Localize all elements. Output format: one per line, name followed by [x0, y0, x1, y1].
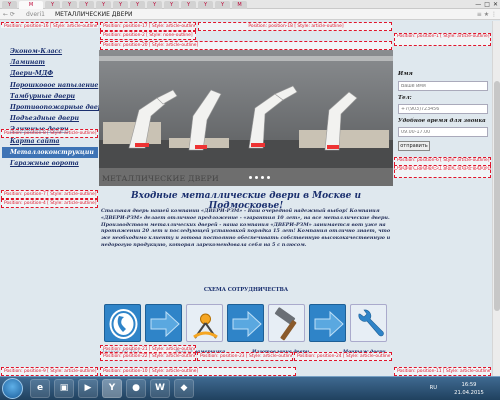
sidebar-item[interactable]: Двери-МДФ — [10, 68, 98, 79]
sidebar-item[interactable]: Эконом-Класс — [10, 46, 98, 57]
step-measure-tile[interactable] — [186, 304, 223, 342]
position-label: Position: position-4 [ Style: article-ou… — [1, 199, 98, 208]
position-label: Position: position-11 [ Style: article-o… — [394, 367, 491, 376]
web-page: Position: position-16 [ Style: article-o… — [0, 21, 492, 376]
position-label: Position: position-8 [ Style: article-ou… — [1, 129, 98, 138]
address-bar[interactable]: ← ⟳ dveri1 МЕТАЛЛИЧЕСКИЕ ДВЕРИ ≡ ★ ⋮ — [0, 9, 500, 20]
callback-form: Имя Тел: Удобное время для звонка отправ… — [396, 71, 492, 201]
position-label: Position: position-17 [ Style: article-o… — [100, 22, 196, 31]
position-label: Position: position-5 [ Style: article-ou… — [394, 165, 491, 178]
page-scrollbar[interactable] — [492, 21, 500, 376]
position-label: Position: position-10 [ Style: article-o… — [100, 367, 296, 376]
browser-tab[interactable]: Y — [130, 1, 145, 9]
phone-label: Тел: — [398, 95, 412, 101]
sidebar-item[interactable]: Ламинат — [10, 57, 98, 68]
arrow-right-icon — [150, 310, 180, 338]
phone-field[interactable] — [398, 104, 488, 114]
browser-tab[interactable]: Y — [79, 1, 94, 9]
position-label: Position: position-24 [ Style: article-o… — [294, 352, 392, 361]
position-label: Position: position-18 [ Style: article-o… — [198, 22, 392, 31]
arrow-right-icon — [314, 310, 344, 338]
sidebar-item[interactable]: Подъездные двери — [10, 113, 98, 124]
browser-tab[interactable]: Y — [198, 1, 213, 9]
browser-tab[interactable]: Y — [164, 1, 179, 9]
browser-menu-icons[interactable]: ≡ ★ ⋮ — [477, 9, 497, 20]
name-label: Имя — [398, 71, 413, 77]
sidebar-item[interactable]: Противопожарные двери — [10, 102, 107, 113]
step-arrow-2 — [227, 304, 264, 342]
position-label: Position: position-7 [ Style: article-ou… — [1, 190, 98, 199]
site-domain: dveri1 — [26, 11, 46, 18]
article-heading: МЕТАЛЛИЧЕСКИЕ ДВЕРИ — [102, 174, 219, 183]
windows-taskbar: e ▣ ▶ Y ● W ◆ RU 16:59 21.04.2015 — [0, 376, 500, 400]
chrome-icon[interactable]: ● — [126, 379, 146, 398]
sidebar-item[interactable]: Гаражные ворота — [10, 158, 98, 169]
scheme-title: СХЕМА СОТРУДНИЧЕСТВА — [203, 287, 289, 293]
time-field[interactable] — [398, 127, 488, 137]
step-arrow-1 — [145, 304, 182, 342]
browser-tab-bar: YMYYYYYYYYYYYM — □ ✕ — [0, 0, 500, 9]
position-label: Position: position-23 [ Style: article-o… — [197, 352, 293, 361]
position-label: Position: position-22 [ Style: article-o… — [100, 352, 196, 361]
sidebar-item[interactable]: Порошковое напыление — [10, 80, 98, 91]
phone-icon — [109, 309, 138, 339]
hammer-icon — [274, 307, 297, 341]
app-icon[interactable]: ◆ — [174, 379, 194, 398]
position-label: Position: position-1 [ Style: article-ou… — [394, 33, 491, 46]
browser-tab[interactable]: Y — [2, 1, 17, 9]
language-indicator[interactable]: RU — [430, 385, 437, 391]
browser-tab[interactable]: Y — [147, 1, 162, 9]
explorer-icon[interactable]: ▣ — [54, 379, 74, 398]
measure-icon — [193, 313, 218, 339]
ie-icon[interactable]: e — [30, 379, 50, 398]
name-field[interactable] — [398, 81, 488, 91]
clock-date[interactable]: 21.04.2015 — [449, 390, 489, 396]
window-controls: — □ ✕ — [475, 0, 498, 9]
time-label: Удобное время для звонка — [398, 118, 486, 124]
browser-tab[interactable]: Y — [45, 1, 60, 9]
page-title: МЕТАЛЛИЧЕСКИЕ ДВЕРИ — [55, 11, 133, 18]
sidebar-menu: Эконом-Класс Ламинат Двери-МДФ Порошковое н… — [0, 28, 107, 208]
browser-tab[interactable]: Y — [215, 1, 230, 9]
position-label: Position: position-2 [ Style: none-outli… — [100, 31, 196, 40]
step-call-tile[interactable] — [104, 304, 141, 342]
wrench-icon — [358, 309, 384, 337]
browser-tab[interactable]: Y — [181, 1, 196, 9]
maximize-button[interactable]: □ — [484, 0, 490, 9]
nav-buttons[interactable]: ← ⟳ — [3, 9, 15, 20]
position-label: Position: position-20 [ Style: article-o… — [100, 41, 392, 50]
browser-tab[interactable]: Y — [62, 1, 77, 9]
browser-tab[interactable]: M — [19, 1, 43, 9]
word-icon[interactable]: W — [150, 379, 170, 398]
step-hammer-tile[interactable] — [268, 304, 305, 342]
position-label: Position: position-9 [ Style: article-ou… — [1, 367, 98, 376]
article-body: Стальная дверь нашей компании «ДВЕРИ-РЗМ… — [101, 208, 391, 248]
sidebar-item[interactable]: Тамбурные двери — [10, 91, 98, 102]
browser-tab[interactable]: Y — [113, 1, 128, 9]
close-button[interactable]: ✕ — [493, 0, 498, 9]
factory-robots-image — [99, 50, 393, 168]
start-button[interactable] — [2, 378, 23, 399]
image-slider[interactable] — [99, 50, 393, 186]
sidebar-item[interactable]: Металлоконструкции — [2, 146, 98, 158]
step-arrow-3 — [309, 304, 346, 342]
arrow-right-icon — [232, 310, 262, 338]
browser-tab[interactable]: M — [232, 1, 247, 9]
minimize-button[interactable]: — — [475, 0, 481, 9]
browser-tab[interactable]: Y — [96, 1, 111, 9]
yandex-browser-icon[interactable]: Y — [102, 379, 122, 398]
media-player-icon[interactable]: ▶ — [78, 379, 98, 398]
clock-time[interactable]: 16:59 — [449, 382, 489, 388]
send-button[interactable]: отправить — [398, 141, 430, 151]
scrollbar-thumb[interactable] — [494, 81, 500, 311]
step-wrench-tile[interactable] — [350, 304, 387, 342]
